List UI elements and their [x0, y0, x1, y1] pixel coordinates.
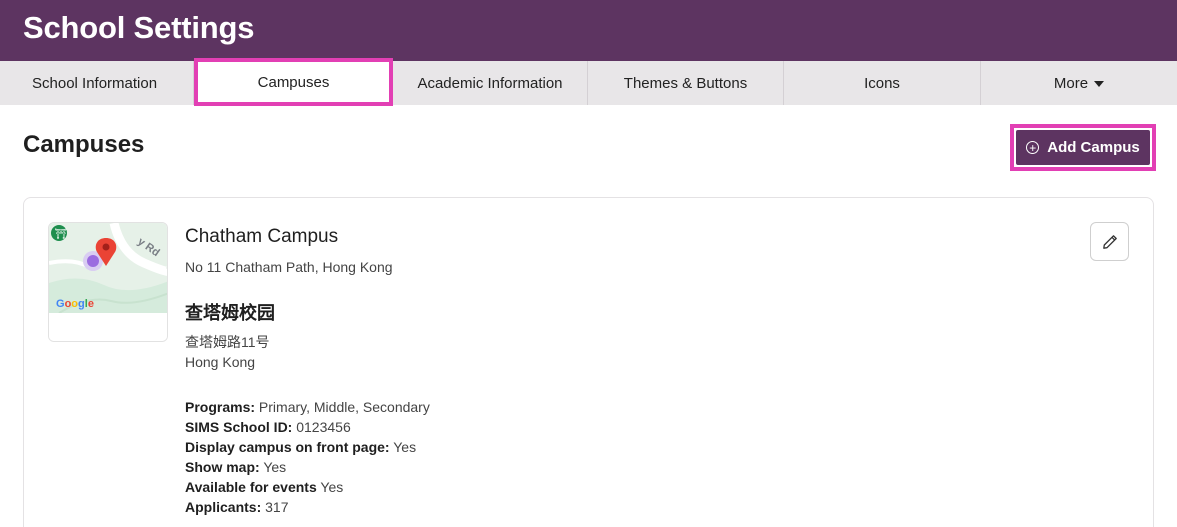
section-title: Campuses	[23, 131, 145, 158]
tab-academic-information[interactable]: Academic Information	[393, 61, 588, 105]
page-header-title: School Settings	[23, 10, 255, 45]
svg-text:⛩: ⛩	[55, 228, 68, 240]
detail-programs: Programs: Primary, Middle, Secondary	[185, 399, 430, 415]
edit-campus-button[interactable]	[1090, 222, 1129, 261]
detail-available-events: Available for events Yes	[185, 479, 344, 495]
tab-campuses[interactable]: Campuses	[194, 58, 393, 106]
app-header: School Settings	[0, 0, 1177, 61]
campus-address-chinese-line1: 查塔姆路11号	[185, 334, 270, 350]
settings-tabs: School Information Campuses Academic Inf…	[0, 58, 1177, 106]
campus-address-chinese-line2: Hong Kong	[185, 354, 256, 370]
campus-map-thumbnail[interactable]: y Rd ⛩ Google	[48, 222, 168, 342]
campus-name-chinese: 查塔姆校园	[185, 303, 275, 324]
pencil-icon	[1102, 234, 1117, 249]
campus-address-chinese: 查塔姆路11号 Hong Kong	[185, 332, 430, 372]
campus-details: Programs: Primary, Middle, Secondary SIM…	[185, 397, 430, 517]
tab-themes-buttons[interactable]: Themes & Buttons	[588, 61, 784, 105]
tab-more[interactable]: More	[981, 61, 1177, 105]
detail-show-map: Show map: Yes	[185, 459, 287, 475]
plus-circle-icon: +	[1026, 141, 1040, 154]
detail-display-front-page: Display campus on front page: Yes	[185, 439, 417, 455]
campus-info: Chatham Campus No 11 Chatham Path, Hong …	[185, 226, 430, 517]
detail-sims-id: SIMS School ID: 0123456	[185, 419, 351, 435]
campus-name: Chatham Campus	[185, 226, 339, 247]
detail-applicants: Applicants: 317	[185, 499, 289, 515]
google-logo: Google	[56, 298, 94, 310]
campus-card: y Rd ⛩ Google Chatham Campus No 11 Chath…	[23, 197, 1154, 527]
tab-school-information[interactable]: School Information	[0, 61, 194, 105]
caret-down-icon	[1094, 81, 1105, 87]
add-campus-highlight: + Add Campus	[1010, 124, 1156, 171]
campus-address: No 11 Chatham Path, Hong Kong	[185, 259, 393, 275]
tab-icons[interactable]: Icons	[784, 61, 981, 105]
add-campus-label: Add Campus	[1047, 139, 1140, 156]
add-campus-button[interactable]: + Add Campus	[1016, 130, 1150, 165]
tab-more-label: More	[1053, 74, 1089, 92]
